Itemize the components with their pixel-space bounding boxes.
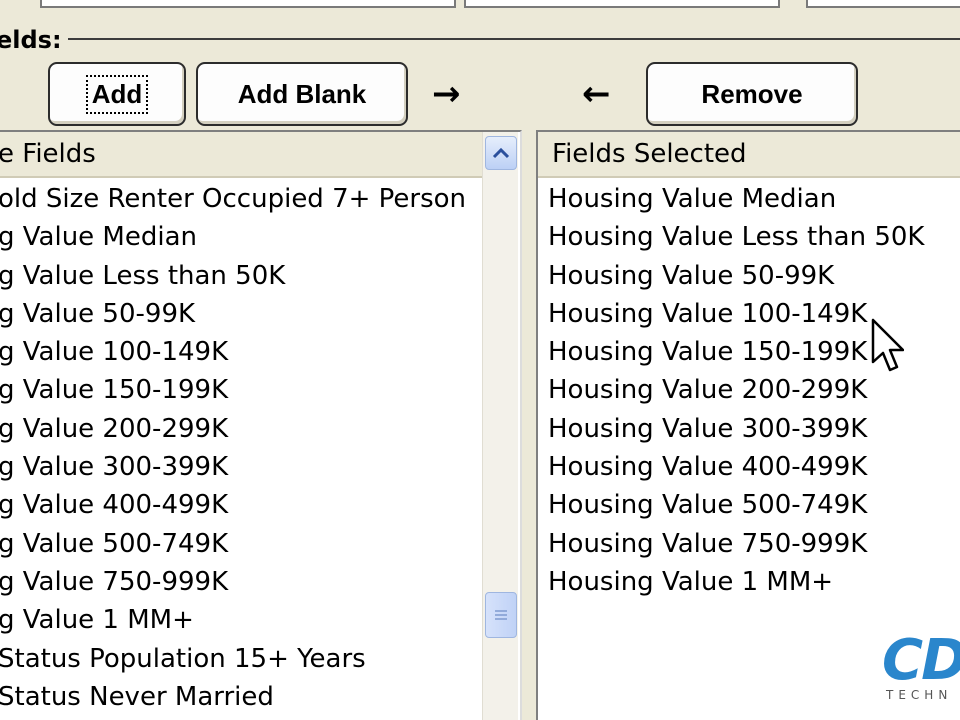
- list-item[interactable]: Housing Value 50-99K: [548, 257, 960, 295]
- list-item[interactable]: g Value 200-299K: [0, 410, 482, 448]
- list-item[interactable]: Housing Value Less than 50K: [548, 218, 960, 256]
- selected-fields-items: Housing Value Median Housing Value Less …: [538, 180, 960, 601]
- selected-fields-header: Fields Selected: [538, 132, 960, 178]
- logo-main-text: CD: [882, 628, 960, 693]
- available-fields-list[interactable]: e Fields old Size Renter Occupied 7+ Per…: [0, 130, 522, 720]
- list-item[interactable]: g Value 1 MM+: [0, 601, 482, 639]
- scroll-up-button[interactable]: [485, 136, 517, 170]
- list-item[interactable]: g Value Less than 50K: [0, 257, 482, 295]
- grip-icon: [495, 610, 507, 620]
- remove-button-label: Remove: [701, 78, 803, 109]
- list-item[interactable]: Status Never Married: [0, 678, 482, 716]
- group-box-label: elds:: [0, 26, 68, 54]
- add-blank-button-label: Add Blank: [237, 78, 367, 109]
- list-item[interactable]: g Value 100-149K: [0, 333, 482, 371]
- scroll-thumb[interactable]: [485, 592, 517, 638]
- list-item[interactable]: Housing Value 400-499K: [548, 448, 960, 486]
- list-item[interactable]: g Value 50-99K: [0, 295, 482, 333]
- available-fields-items: old Size Renter Occupied 7+ Person g Val…: [0, 180, 482, 716]
- list-item[interactable]: g Value 150-199K: [0, 371, 482, 409]
- list-item[interactable]: Housing Value 1 MM+: [548, 563, 960, 601]
- remove-button[interactable]: Remove: [646, 62, 858, 126]
- top-field-1[interactable]: [40, 0, 456, 8]
- list-item[interactable]: g Value 400-499K: [0, 486, 482, 524]
- add-button[interactable]: Add: [48, 62, 186, 126]
- list-item[interactable]: g Value 500-749K: [0, 525, 482, 563]
- add-blank-button[interactable]: Add Blank: [196, 62, 408, 126]
- list-item[interactable]: g Value Median: [0, 218, 482, 256]
- arrow-left-icon: ←: [582, 74, 611, 114]
- add-button-label: Add: [85, 74, 149, 114]
- chevron-up-icon: [492, 147, 510, 159]
- list-item[interactable]: Status Population 15+ Years: [0, 640, 482, 678]
- available-fields-scrollbar[interactable]: [482, 132, 518, 720]
- logo-sub-text: TECHN: [886, 688, 953, 702]
- list-item[interactable]: Housing Value 750-999K: [548, 525, 960, 563]
- list-item[interactable]: Housing Value 300-399K: [548, 410, 960, 448]
- available-fields-header-label: e Fields: [0, 139, 96, 169]
- list-item[interactable]: g Value 300-399K: [0, 448, 482, 486]
- group-box-line: [68, 38, 960, 40]
- mouse-pointer-icon: [871, 318, 904, 372]
- list-item[interactable]: Housing Value 500-749K: [548, 486, 960, 524]
- list-item[interactable]: g Value 750-999K: [0, 563, 482, 601]
- arrow-right-icon: →: [432, 74, 461, 114]
- watermark-logo: CD TECHN: [880, 628, 960, 720]
- available-fields-header: e Fields: [0, 132, 482, 178]
- list-item[interactable]: Housing Value 200-299K: [548, 371, 960, 409]
- list-item[interactable]: old Size Renter Occupied 7+ Person: [0, 180, 482, 218]
- list-item[interactable]: Housing Value Median: [548, 180, 960, 218]
- top-field-2[interactable]: [464, 0, 780, 8]
- selected-fields-header-label: Fields Selected: [552, 139, 747, 169]
- top-field-3[interactable]: [806, 0, 960, 8]
